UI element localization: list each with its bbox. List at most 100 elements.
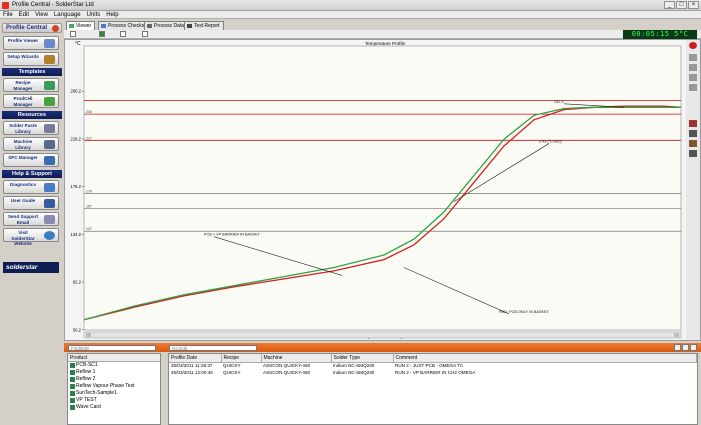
- checkbox-2[interactable]: [99, 31, 105, 37]
- record-icon[interactable]: [689, 42, 697, 49]
- tab-process-data-label: Process Data: [154, 23, 185, 29]
- column-header[interactable]: Recipe: [221, 354, 262, 363]
- maximize-button[interactable]: □: [676, 1, 687, 9]
- column-header[interactable]: Comment: [393, 354, 697, 363]
- checks-icon: [101, 24, 106, 28]
- menu-units[interactable]: Units: [87, 11, 101, 18]
- prodcell-manager-button[interactable]: ProdCell Manager: [3, 94, 59, 108]
- tab-process-data[interactable]: Process Data: [144, 21, 189, 30]
- checkbox-4[interactable]: [142, 31, 148, 37]
- menu-edit[interactable]: Edit: [19, 11, 29, 18]
- tab-test-report-label: Test Report: [194, 23, 220, 29]
- table-cell: ASSCON QUICKY-450: [263, 370, 311, 375]
- tab-test-report[interactable]: Test Report: [184, 21, 224, 30]
- reference-line-label: 217: [86, 136, 92, 140]
- send-support-email-button[interactable]: Send Support Email: [3, 212, 59, 226]
- table-cell: ASSCON QUICKY-450: [263, 363, 311, 369]
- column-header[interactable]: Solder Type: [331, 354, 394, 363]
- panel-minimize-button[interactable]: [674, 344, 681, 351]
- panel-close-button[interactable]: [690, 344, 697, 351]
- solderstar-logo: solderstar: [3, 262, 59, 273]
- spc-manager-button[interactable]: SPC Manager: [3, 153, 59, 167]
- table-cell: Indium NC-SMQ230: [333, 363, 375, 369]
- visit-website-button[interactable]: Visit SolderStar Website: [3, 228, 59, 246]
- cursor-icon[interactable]: [689, 74, 697, 81]
- send-support-email-label: Send Support Email: [7, 214, 39, 225]
- product-header: Product: [68, 354, 160, 362]
- solder-paste-library-button[interactable]: Solder Paste Library: [3, 121, 59, 135]
- menu-bar: File Edit View Language Units Help: [0, 11, 701, 19]
- user-guide-button[interactable]: User Guide: [3, 196, 59, 210]
- product-icon: [70, 363, 75, 368]
- table-cell: 25/03/2011 11:29:37: [171, 363, 213, 369]
- product-name: VP TEST: [76, 397, 97, 403]
- menu-view[interactable]: View: [35, 11, 48, 18]
- scroll-left-arrow[interactable]: [86, 333, 91, 337]
- product-list-item[interactable]: Wave Card: [68, 404, 160, 411]
- section-help-support: Help & Support: [2, 170, 62, 178]
- product-name: Reflow 1: [76, 369, 96, 375]
- channel-1-icon[interactable]: [689, 120, 697, 127]
- app-icon: [2, 2, 9, 9]
- title-bar: Profile Central - SolderStar Ltd _ □ ×: [0, 0, 701, 11]
- scroll-right-arrow[interactable]: [674, 333, 679, 337]
- table-row[interactable]: 25/03/2011 12:00:46 QUICKY ASSCON QUICKY-4…: [169, 369, 697, 376]
- reference-line-label: 170: [86, 190, 92, 194]
- y-axis-label: °C: [75, 41, 81, 47]
- horizontal-scrollbar[interactable]: [83, 331, 682, 339]
- channel-3-icon[interactable]: [689, 140, 697, 147]
- menu-file[interactable]: File: [3, 11, 13, 18]
- reference-line-label: 137: [86, 227, 92, 231]
- product-icon: [70, 405, 75, 410]
- window-title: Profile Central - SolderStar Ltd: [12, 2, 94, 8]
- section-resources: Resources: [2, 111, 62, 119]
- column-header[interactable]: Profile Date: [169, 354, 222, 363]
- y-tick-label: 134.2: [71, 232, 82, 237]
- spc-manager-label: SPC Manager: [8, 155, 38, 160]
- recipe-manager-button[interactable]: Recipe Manager: [3, 78, 59, 92]
- machine-library-button[interactable]: Machine Library: [3, 137, 59, 151]
- user-guide-label: User Guide: [10, 198, 36, 203]
- tab-process-checks[interactable]: Process Checks: [98, 21, 149, 30]
- channel-2-icon[interactable]: [689, 130, 697, 137]
- table-row[interactable]: 25/03/2011 11:29:37 QUICKY ASSCON QUICKY-4…: [169, 362, 697, 369]
- product-list-item[interactable]: Reflow 1: [68, 369, 160, 376]
- profile-viewer-button[interactable]: Profile Viewer: [3, 36, 59, 50]
- close-button[interactable]: ×: [688, 1, 699, 9]
- machine-library-label: Machine Library: [13, 139, 33, 150]
- product-list-item[interactable]: VP TEST: [68, 397, 160, 404]
- product-list-item[interactable]: Reflow Vapour Phase Test: [68, 383, 160, 390]
- menu-help[interactable]: Help: [106, 11, 118, 18]
- product-list-item[interactable]: PCB-SC1: [68, 362, 160, 369]
- temperature-profile-chart: 157 137 170 240 217 50.2 92.2 134.2 176.2 218.2 2…: [71, 41, 682, 339]
- viewer-toolbar: [64, 30, 701, 39]
- menu-language[interactable]: Language: [54, 11, 81, 18]
- checkbox-1[interactable]: [70, 31, 76, 37]
- product-list-item[interactable]: Reflow 2: [68, 376, 160, 383]
- product-icon: [70, 391, 75, 396]
- profile-table: Profile Date Recipe Machine Solder Type Comm…: [168, 353, 698, 425]
- settings-icon[interactable]: [52, 25, 59, 32]
- tab-viewer[interactable]: Viewer: [66, 21, 96, 30]
- checkbox-3[interactable]: [120, 31, 126, 37]
- view-tabs: Viewer Process Checks Process Data Test …: [64, 20, 701, 30]
- diagnostics-button[interactable]: Diagnostics: [3, 180, 59, 194]
- zoom-icon[interactable]: [689, 54, 697, 61]
- column-header[interactable]: Machine: [261, 354, 332, 363]
- y-tick-label: 50.2: [73, 327, 82, 332]
- channel-4-icon[interactable]: [689, 150, 697, 157]
- go-edit-field[interactable]: [169, 345, 257, 351]
- minimize-button[interactable]: _: [664, 1, 675, 9]
- measure-icon[interactable]: [689, 84, 697, 91]
- pan-icon[interactable]: [689, 64, 697, 71]
- find-edit-field[interactable]: [68, 345, 156, 351]
- setup-wizards-button[interactable]: Setup Wizards: [3, 52, 59, 66]
- product-name: SunTech-Sample1: [76, 390, 117, 396]
- product-list-item[interactable]: SunTech-Sample1: [68, 390, 160, 397]
- panel-restore-button[interactable]: [682, 344, 689, 351]
- product-name: Wave Card: [76, 404, 101, 410]
- tab-viewer-label: Viewer: [76, 23, 92, 29]
- globe-icon: [44, 231, 55, 240]
- magnifier-icon: [44, 39, 55, 48]
- temperature-profile-panel: 157 137 170 240 217 50.2 92.2 134.2 176.2 218.2 2…: [64, 39, 701, 341]
